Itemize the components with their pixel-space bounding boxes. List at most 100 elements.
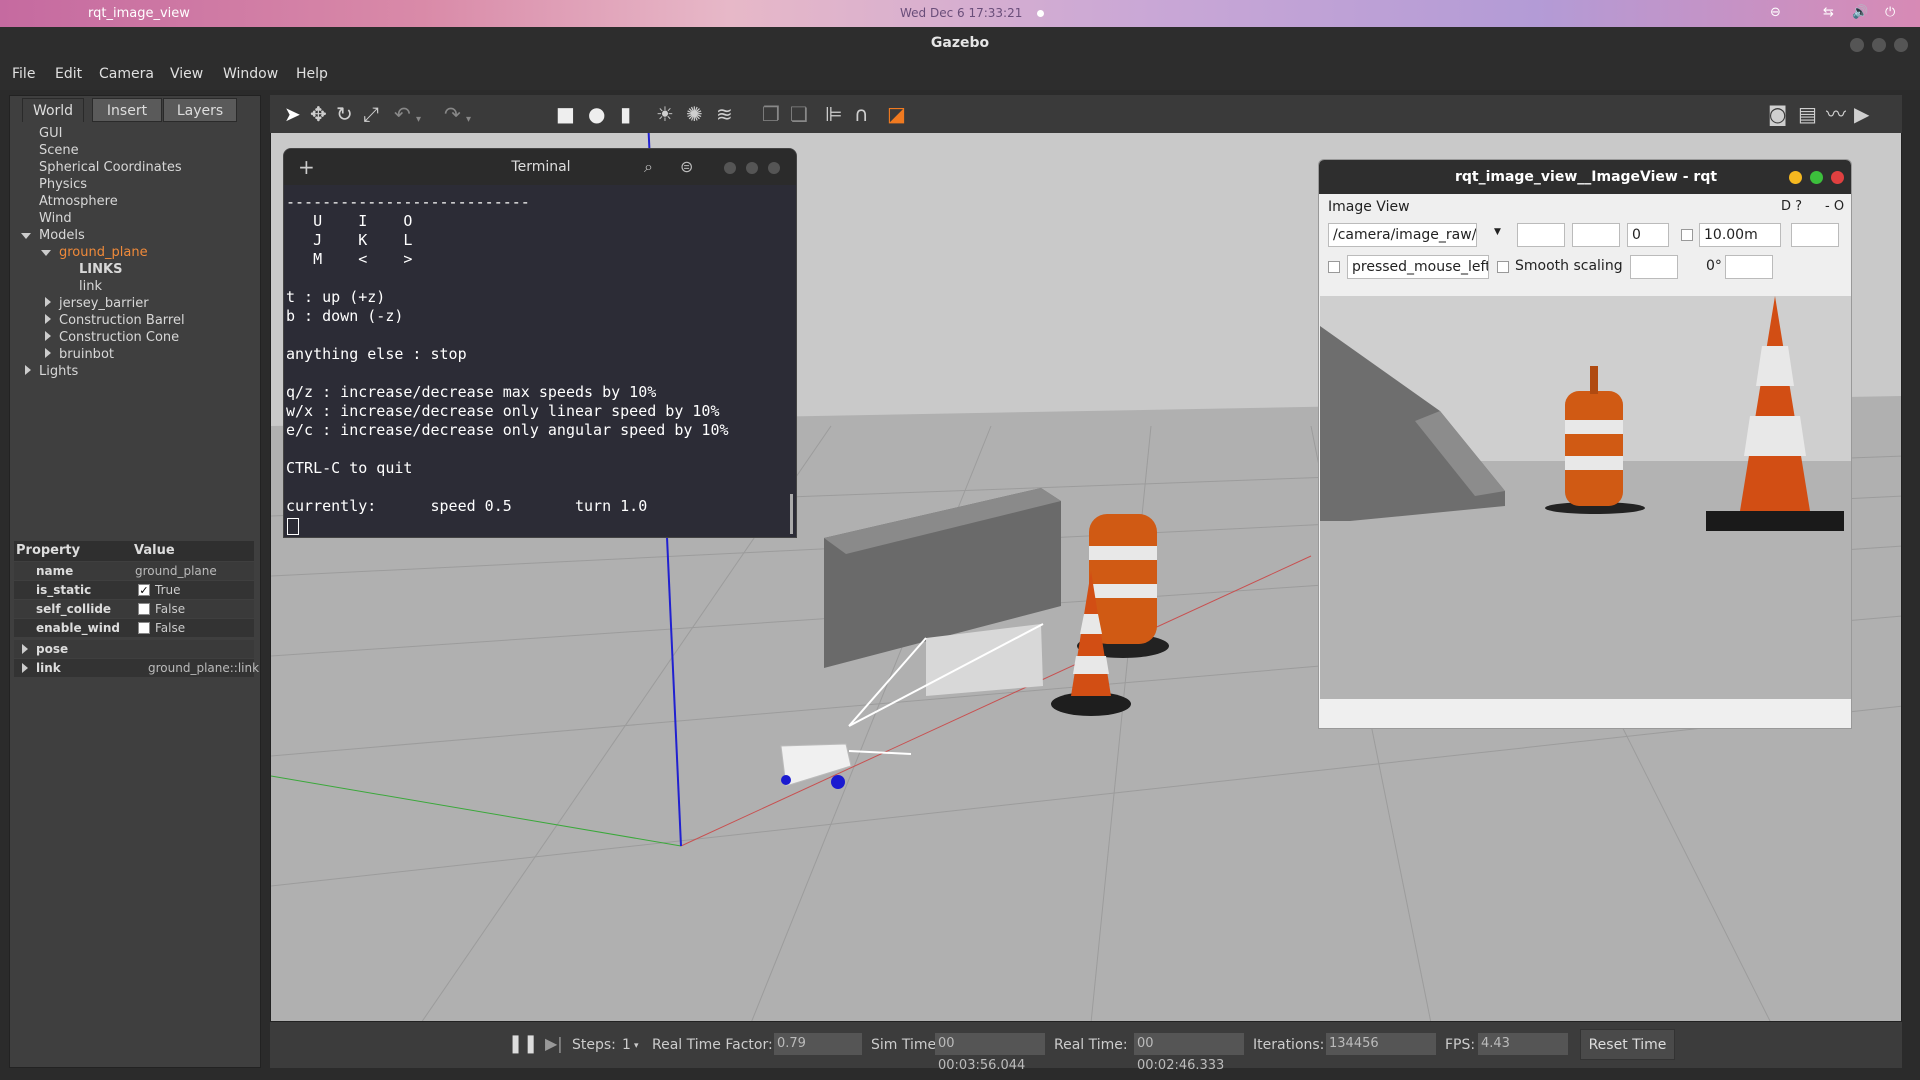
tab-insert[interactable]: Insert <box>92 98 162 122</box>
dock-close-buttons[interactable]: - O <box>1825 199 1844 214</box>
terminal-maximize-button[interactable] <box>746 162 758 174</box>
clock[interactable]: Wed Dec 6 17:33:21 <box>900 6 1022 20</box>
directional-light-icon[interactable]: ≋ <box>716 104 733 124</box>
refresh-button[interactable] <box>1517 223 1565 247</box>
save-image-button[interactable] <box>1791 223 1839 247</box>
tree-item-bruinbot[interactable]: bruinbot <box>59 347 114 362</box>
tree-item-physics[interactable]: Physics <box>39 177 87 192</box>
smooth-scaling-checkbox[interactable] <box>1497 261 1509 273</box>
box-icon[interactable]: ■ <box>556 104 575 124</box>
steps-dropdown-icon[interactable]: ▾ <box>634 1041 639 1051</box>
tab-world[interactable]: World <box>22 98 84 122</box>
pause-icon[interactable]: ❚❚ <box>508 1033 538 1054</box>
orange-box-icon[interactable]: ◪ <box>887 104 906 124</box>
is-static-checkbox[interactable]: ✓ <box>138 584 150 596</box>
menu-help[interactable]: Help <box>296 66 328 82</box>
tree-item-construction-barrel[interactable]: Construction Barrel <box>59 313 185 328</box>
camera-image[interactable] <box>1320 296 1851 699</box>
tree-item-link[interactable]: link <box>79 279 102 294</box>
minimize-button[interactable] <box>1850 38 1864 52</box>
reset-time-button[interactable]: Reset Time <box>1580 1029 1675 1060</box>
menu-window[interactable]: Window <box>223 66 278 82</box>
expand-barrel-icon[interactable] <box>45 314 51 324</box>
power-icon[interactable]: ⏻ <box>1885 5 1895 20</box>
terminal-close-button[interactable] <box>768 162 780 174</box>
terminal-scrollbar[interactable] <box>790 494 793 534</box>
magnet-icon[interactable]: ∩ <box>854 104 869 124</box>
plot-icon[interactable]: 〰 <box>1826 104 1846 124</box>
expand-cone-icon[interactable] <box>45 331 51 341</box>
undo-icon[interactable]: ↶ <box>394 104 411 124</box>
prop-row-pose[interactable]: pose <box>14 640 254 658</box>
max-range-checkbox[interactable] <box>1681 229 1693 241</box>
tree-item-wind[interactable]: Wind <box>39 211 72 226</box>
menu-file[interactable]: File <box>12 66 35 82</box>
cylinder-icon[interactable]: ▮ <box>620 104 631 124</box>
search-icon[interactable]: ⌕ <box>644 149 653 185</box>
terminal-window[interactable]: + Terminal ⌕ ⊜ -------------------------… <box>283 148 797 538</box>
video-icon[interactable]: ▶ <box>1854 104 1869 124</box>
expand-jersey-icon[interactable] <box>45 297 51 307</box>
align-icon[interactable]: ⊫ <box>825 104 842 124</box>
rqt-minimize-button[interactable] <box>1789 171 1802 184</box>
rqt-image-view-window[interactable]: rqt_image_view__ImageView - rqt Image Vi… <box>1318 159 1852 729</box>
close-button[interactable] <box>1894 38 1908 52</box>
redo-menu-icon[interactable]: ▾ <box>466 110 471 130</box>
expand-models-icon[interactable] <box>21 233 31 239</box>
paste-icon[interactable]: ❏ <box>790 104 808 124</box>
steps-value[interactable]: 1 <box>622 1037 631 1053</box>
tree-item-atmosphere[interactable]: Atmosphere <box>39 194 118 209</box>
mouse-publish-checkbox[interactable] <box>1328 261 1340 273</box>
undo-menu-icon[interactable]: ▾ <box>416 110 421 130</box>
topic-select[interactable]: /camera/image_raw/co <box>1328 223 1477 247</box>
status-indicator-icon[interactable]: ⊖ <box>1770 5 1781 20</box>
expand-pose-icon[interactable] <box>22 644 28 654</box>
tree-item-spherical[interactable]: Spherical Coordinates <box>39 160 182 175</box>
tree-item-models[interactable]: Models <box>39 228 85 243</box>
smoothing-spinbox[interactable]: 0 <box>1627 223 1669 247</box>
self-collide-checkbox[interactable] <box>138 603 150 615</box>
spot-light-icon[interactable]: ✺ <box>686 104 703 124</box>
copy-icon[interactable]: ❐ <box>762 104 780 124</box>
rotate-icon[interactable]: ↻ <box>336 104 353 124</box>
menu-view[interactable]: View <box>170 66 203 82</box>
max-range-spinbox[interactable]: 10.00m <box>1699 223 1781 247</box>
menu-icon[interactable]: ⊜ <box>680 149 693 185</box>
log-icon[interactable]: ▤ <box>1798 104 1817 124</box>
tree-item-construction-cone[interactable]: Construction Cone <box>59 330 179 345</box>
expand-link-icon[interactable] <box>22 663 28 673</box>
terminal-minimize-button[interactable] <box>724 162 736 174</box>
tree-item-jersey-barrier[interactable]: jersey_barrier <box>59 296 149 311</box>
tree-item-scene[interactable]: Scene <box>39 143 79 158</box>
dock-help-buttons[interactable]: D ? <box>1781 199 1802 214</box>
maximize-button[interactable] <box>1872 38 1886 52</box>
menu-camera[interactable]: Camera <box>99 66 154 82</box>
select-icon[interactable]: ➤ <box>284 104 301 124</box>
expand-ground-plane-icon[interactable] <box>41 250 51 256</box>
tab-layers[interactable]: Layers <box>163 98 237 122</box>
step-icon[interactable]: ▶| <box>545 1034 563 1053</box>
menu-edit[interactable]: Edit <box>55 66 82 82</box>
rqt-close-button[interactable] <box>1831 171 1844 184</box>
topic-dropdown-icon[interactable]: ▼ <box>1494 227 1501 237</box>
mouse-topic-input[interactable]: pressed_mouse_left <box>1347 255 1489 279</box>
zoom-button[interactable] <box>1572 223 1620 247</box>
sphere-icon[interactable]: ● <box>588 104 605 124</box>
tree-item-ground-plane[interactable]: ground_plane <box>59 245 148 260</box>
enable-wind-checkbox[interactable] <box>138 622 150 634</box>
terminal-output[interactable]: --------------------------- U I O J K L … <box>286 193 791 516</box>
rqt-maximize-button[interactable] <box>1810 171 1823 184</box>
volume-icon[interactable]: 🔊 <box>1852 5 1868 20</box>
redo-icon[interactable]: ↷ <box>444 104 461 124</box>
prop-row-link[interactable]: link ground_plane::link <box>14 659 259 677</box>
expand-bruinbot-icon[interactable] <box>45 348 51 358</box>
new-tab-icon[interactable]: + <box>298 149 315 185</box>
translate-icon[interactable]: ✥ <box>310 104 327 124</box>
tree-item-lights[interactable]: Lights <box>39 364 78 379</box>
sun-icon[interactable]: ☀ <box>656 104 674 124</box>
tree-item-gui[interactable]: GUI <box>39 126 62 141</box>
scale-icon[interactable]: ⤢ <box>363 104 379 124</box>
rotate-right-button[interactable] <box>1725 255 1773 279</box>
rotate-left-button[interactable] <box>1630 255 1678 279</box>
expand-lights-icon[interactable] <box>25 365 31 375</box>
